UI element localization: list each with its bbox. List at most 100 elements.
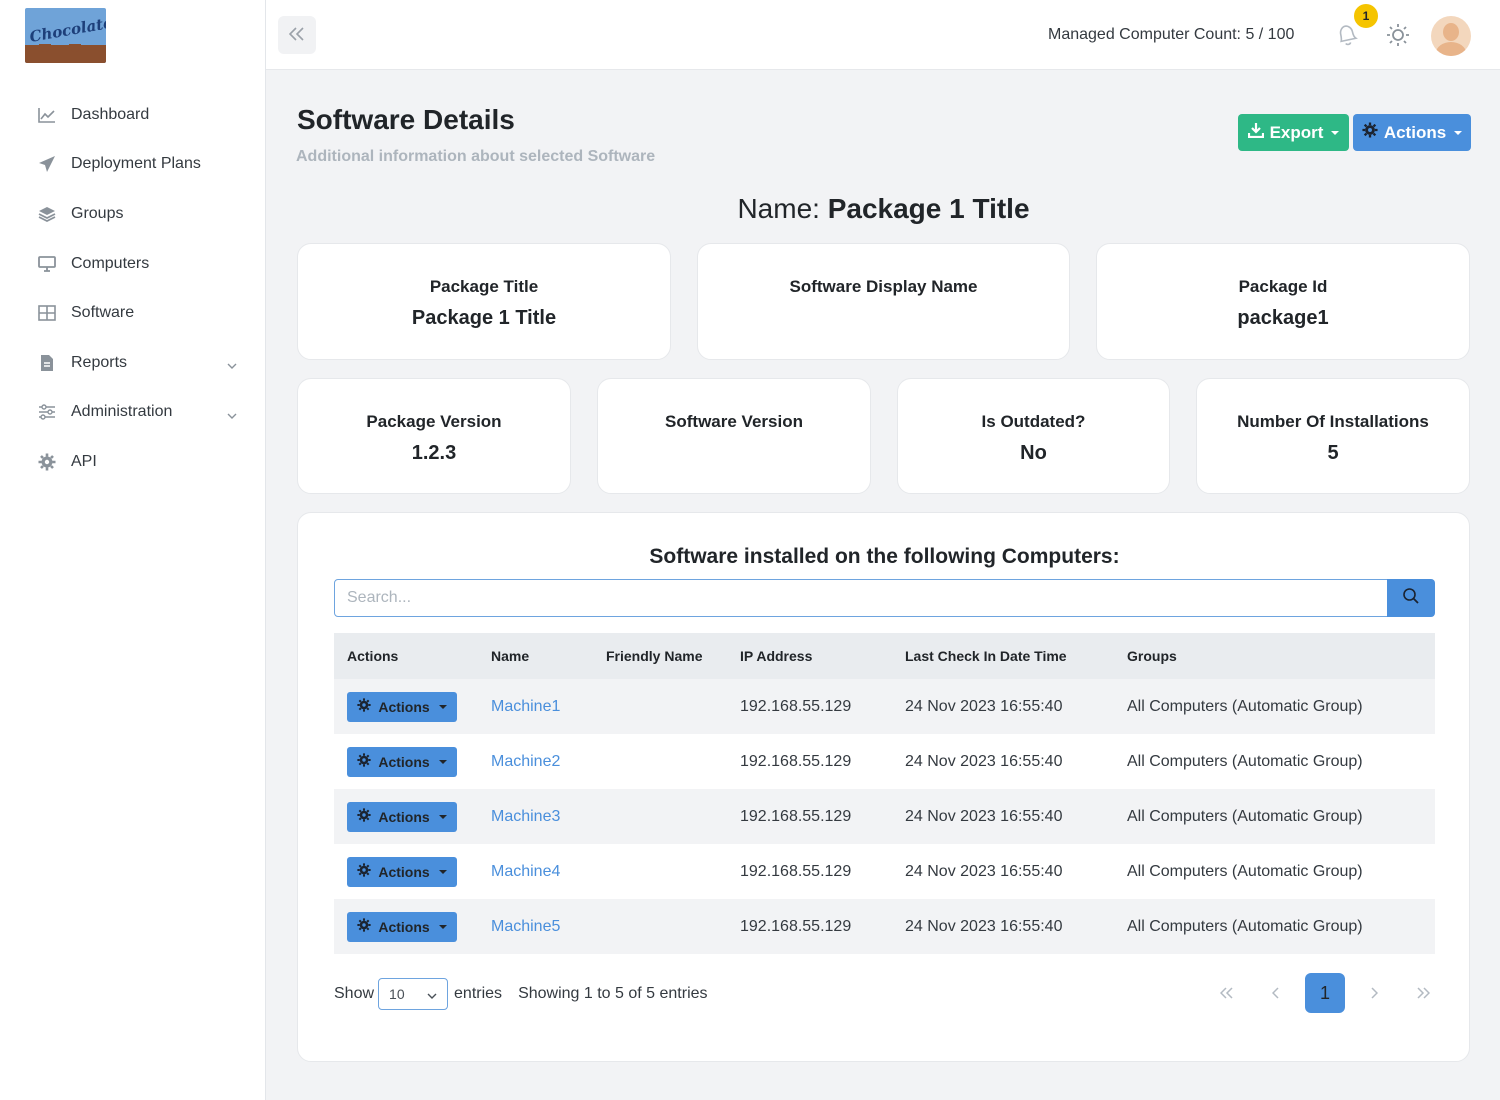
column-header-ip-address[interactable]: IP Address bbox=[727, 633, 892, 679]
column-header-actions[interactable]: Actions bbox=[334, 633, 478, 679]
gear-icon bbox=[357, 753, 371, 770]
name-cell: Machine4 bbox=[478, 844, 593, 899]
notification-badge[interactable]: 1 bbox=[1352, 2, 1380, 30]
chevron-down-icon bbox=[427, 986, 437, 1002]
table-header-row: Actions Name Friendly Name IP Address La… bbox=[334, 633, 1435, 679]
logo-text: Chocolatey bbox=[28, 12, 106, 46]
row-actions-label: Actions bbox=[378, 753, 430, 770]
sidebar-item-label: Dashboard bbox=[71, 105, 150, 123]
computer-name-link[interactable]: Machine4 bbox=[491, 863, 560, 880]
groups-cell: All Computers (Automatic Group) bbox=[1127, 917, 1363, 935]
table-row: Actions Machine2 192.168.55.129 24 Nov 2023… bbox=[334, 734, 1435, 789]
paper-plane-icon bbox=[38, 155, 56, 173]
page-size-value: 10 bbox=[389, 986, 405, 1002]
column-header-name[interactable]: Name bbox=[478, 633, 593, 679]
next-page-button[interactable] bbox=[1354, 973, 1394, 1013]
actions-cell: Actions bbox=[334, 679, 478, 734]
column-header-friendly-name[interactable]: Friendly Name bbox=[593, 633, 727, 679]
chocolatey-logo[interactable]: Chocolatey bbox=[25, 8, 106, 63]
row-actions-button[interactable]: Actions bbox=[347, 911, 457, 942]
caret-down-icon bbox=[1331, 130, 1340, 135]
sidebar-item-deployment-plans[interactable]: Deployment Plans bbox=[0, 140, 265, 190]
caret-down-icon bbox=[438, 704, 447, 709]
groups-cell: All Computers (Automatic Group) bbox=[1127, 697, 1363, 715]
gear-icon bbox=[357, 808, 371, 825]
search-button[interactable] bbox=[1387, 579, 1435, 617]
sidebar-item-label: Computers bbox=[71, 254, 150, 272]
ip-address-cell: 192.168.55.129 bbox=[740, 807, 852, 825]
caret-down-icon bbox=[438, 814, 447, 819]
last-page-button[interactable] bbox=[1403, 973, 1443, 1013]
previous-page-button[interactable] bbox=[1256, 973, 1296, 1013]
sidebar-item-computers[interactable]: Computers bbox=[0, 239, 265, 289]
managed-computer-count: Managed Computer Count: 5 / 100 bbox=[1048, 26, 1295, 43]
gear-icon bbox=[357, 698, 371, 715]
software-version-label: Software Version bbox=[665, 412, 803, 431]
last-check-in-cell: 24 Nov 2023 16:55:40 bbox=[905, 697, 1063, 715]
sidebar-item-label: Reports bbox=[71, 353, 128, 371]
document-icon bbox=[38, 354, 56, 372]
computers-table: Actions Name Friendly Name IP Address La… bbox=[334, 633, 1435, 954]
caret-down-icon bbox=[1454, 130, 1463, 135]
export-button[interactable]: Export bbox=[1238, 114, 1349, 151]
table-body: Actions Machine1 192.168.55.129 24 Nov 2023… bbox=[334, 679, 1435, 954]
row-actions-button[interactable]: Actions bbox=[347, 856, 457, 887]
friendly-name-cell bbox=[593, 844, 727, 899]
ip-address-cell: 192.168.55.129 bbox=[740, 862, 852, 880]
actions-cell: Actions bbox=[334, 789, 478, 844]
avatar[interactable] bbox=[1431, 16, 1471, 56]
sidebar-item-administration[interactable]: Administration bbox=[0, 388, 265, 438]
table-row: Actions Machine4 192.168.55.129 24 Nov 2023… bbox=[334, 844, 1435, 899]
export-label: Export bbox=[1269, 122, 1324, 142]
column-header-last-check-in[interactable]: Last Check In Date Time bbox=[892, 633, 1114, 679]
grid-icon bbox=[38, 304, 56, 322]
sidebar-nav: Dashboard Deployment Plans Groups Comput… bbox=[0, 90, 265, 487]
sidebar-item-groups[interactable]: Groups bbox=[0, 189, 265, 239]
table-row: Actions Machine1 192.168.55.129 24 Nov 2023… bbox=[334, 679, 1435, 734]
page-subtitle: Additional information about selected So… bbox=[296, 148, 656, 165]
row-actions-button[interactable]: Actions bbox=[347, 801, 457, 832]
row-actions-label: Actions bbox=[378, 918, 430, 935]
name-prefix: Name: bbox=[737, 193, 820, 224]
friendly-name-cell bbox=[593, 734, 727, 789]
computer-name-link[interactable]: Machine1 bbox=[491, 698, 560, 715]
package-title-value: Package 1 Title bbox=[411, 307, 557, 329]
sidebar-item-reports[interactable]: Reports bbox=[0, 338, 265, 388]
row-actions-button[interactable]: Actions bbox=[347, 746, 457, 777]
theme-toggle-sun-icon[interactable] bbox=[1386, 23, 1410, 52]
sidebar-item-api[interactable]: API bbox=[0, 437, 265, 487]
logo-chocolate-band bbox=[25, 45, 106, 63]
page-size-control: Show 10 entries Showing 1 to 5 of 5 entr… bbox=[334, 978, 708, 1010]
first-page-button[interactable] bbox=[1207, 973, 1247, 1013]
name-cell: Machine2 bbox=[478, 734, 593, 789]
actions-button[interactable]: Actions bbox=[1353, 114, 1471, 151]
computer-name-link[interactable]: Machine3 bbox=[491, 808, 560, 825]
column-header-groups[interactable]: Groups bbox=[1114, 633, 1435, 679]
page-size-select[interactable]: 10 bbox=[378, 978, 449, 1010]
row-actions-button[interactable]: Actions bbox=[347, 691, 457, 722]
actions-cell: Actions bbox=[334, 844, 478, 899]
package-version-label: Package Version bbox=[366, 412, 502, 431]
installed-computers-panel: Software installed on the following Comp… bbox=[297, 512, 1470, 1062]
last-check-in-cell: 24 Nov 2023 16:55:40 bbox=[905, 917, 1063, 935]
computer-name-link[interactable]: Machine2 bbox=[491, 753, 560, 770]
page-button-current[interactable]: 1 bbox=[1305, 973, 1345, 1013]
avatar-head bbox=[1443, 23, 1459, 41]
search-input[interactable] bbox=[334, 579, 1388, 617]
computer-name-link[interactable]: Machine5 bbox=[491, 918, 560, 935]
collapse-sidebar-button[interactable] bbox=[278, 16, 316, 54]
software-name-heading: Name: Package 1 Title bbox=[297, 193, 1470, 225]
table-row: Actions Machine3 192.168.55.129 24 Nov 2023… bbox=[334, 789, 1435, 844]
package-version-value: 1.2.3 bbox=[411, 442, 457, 464]
sidebar-item-dashboard[interactable]: Dashboard bbox=[0, 90, 265, 140]
software-display-name-card: Software Display Name bbox=[697, 243, 1070, 360]
gear-icon bbox=[357, 863, 371, 880]
last-check-in-cell: 24 Nov 2023 16:55:40 bbox=[905, 807, 1063, 825]
caret-down-icon bbox=[438, 924, 447, 929]
number-of-installations-card: Number Of Installations 5 bbox=[1196, 378, 1470, 494]
friendly-name-cell bbox=[593, 899, 727, 954]
sidebar-item-software[interactable]: Software bbox=[0, 288, 265, 338]
pagination: 1 bbox=[1198, 973, 1443, 1013]
number-of-installations-value: 5 bbox=[1327, 442, 1339, 464]
chart-line-icon bbox=[38, 106, 56, 124]
